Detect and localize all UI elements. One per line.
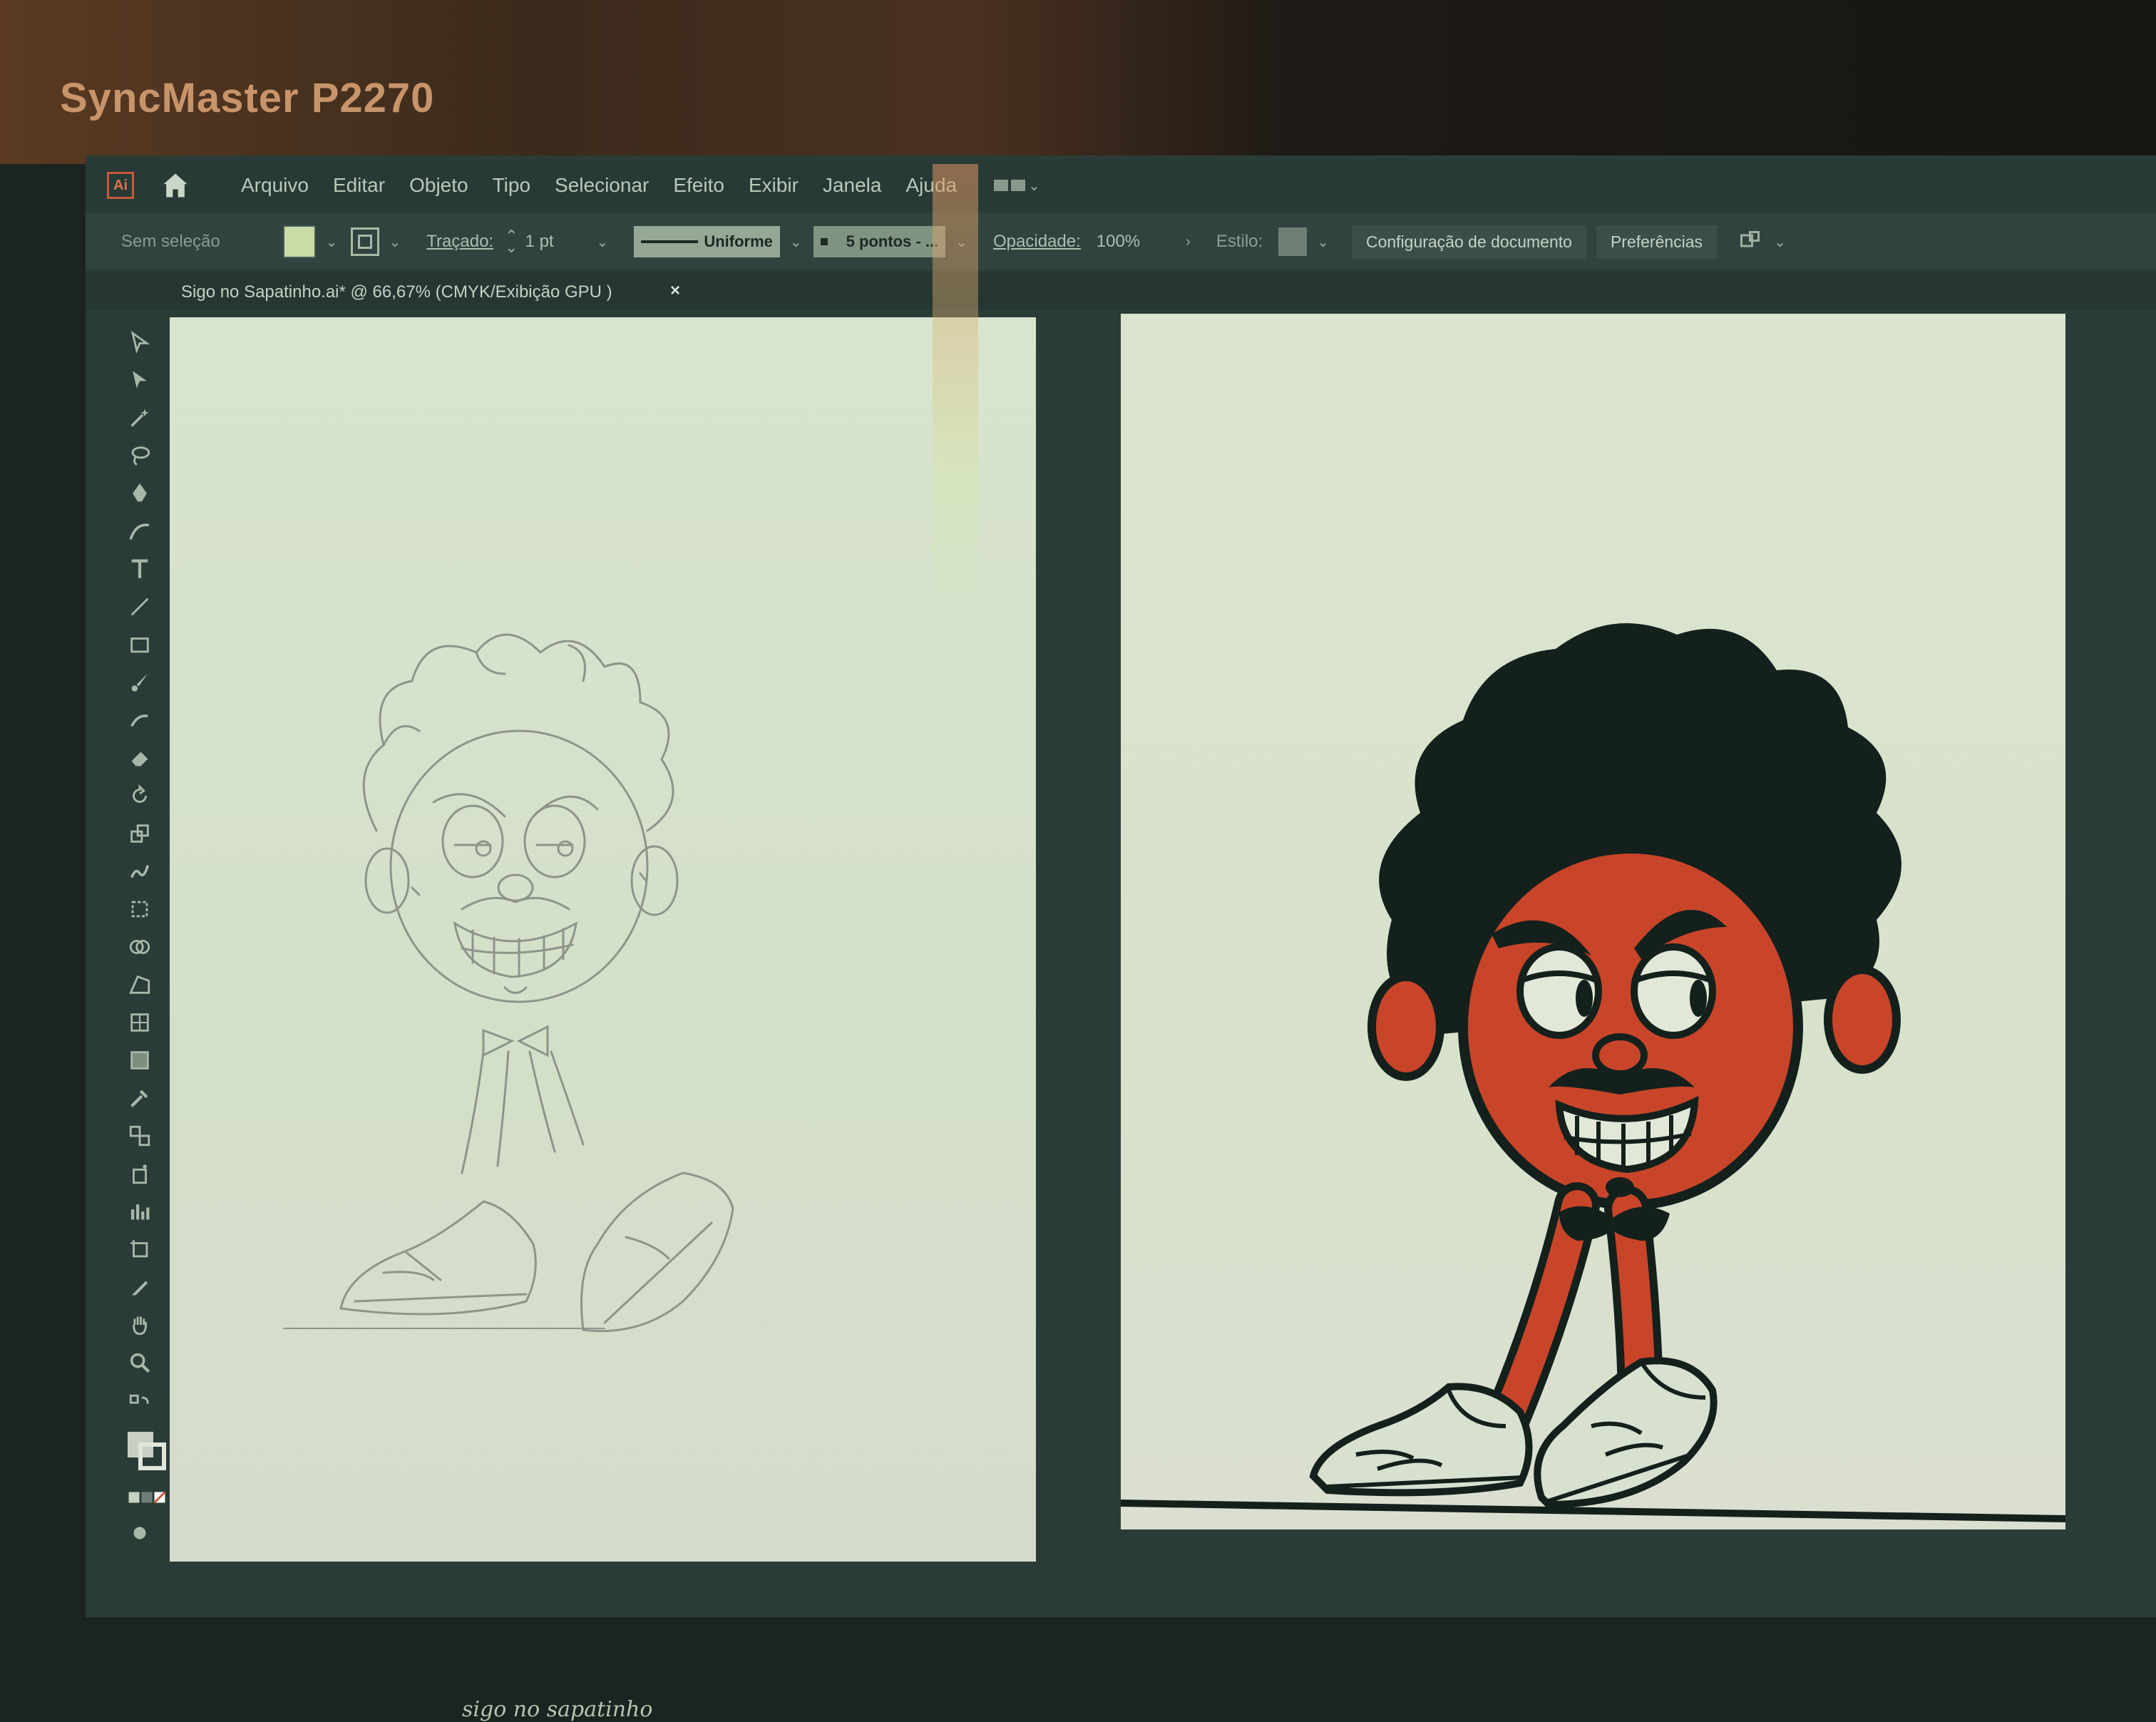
opacity-label[interactable]: Opacidade:	[993, 232, 1081, 252]
chevron-right-icon[interactable]: ›	[1186, 234, 1191, 250]
menu-editar[interactable]: Editar	[333, 174, 385, 197]
left-pupil	[1576, 980, 1593, 1017]
workspace-switcher[interactable]: ⌄	[994, 177, 1040, 195]
menu-janela[interactable]: Janela	[823, 174, 882, 197]
vector-character-illustration	[1120, 623, 2066, 1522]
graph-icon[interactable]	[125, 1197, 154, 1226]
curvature-icon[interactable]	[125, 517, 154, 545]
draw-mode-icon[interactable]	[125, 1519, 154, 1547]
chevron-down-icon[interactable]: ⌄	[1317, 233, 1329, 251]
style-label: Estilo:	[1216, 232, 1263, 251]
right-ear	[1824, 965, 1901, 1074]
nose	[1592, 1033, 1648, 1077]
workspace-icon	[994, 180, 1009, 191]
artboard-sketch[interactable]: sigo no sapatinho	[170, 317, 1036, 1722]
document-tab-title[interactable]: Sigo no Sapatinho.ai* @ 66,67% (CMYK/Exi…	[181, 282, 612, 302]
menu-selecionar[interactable]: Selecionar	[555, 174, 649, 197]
symbol-sprayer-icon[interactable]	[125, 1159, 154, 1188]
fill-stroke-swatches[interactable]	[125, 1430, 168, 1472]
chevron-down-icon[interactable]: ⌄	[790, 233, 802, 251]
document-tab-bar: Sigo no Sapatinho.ai* @ 66,67% (CMYK/Exi…	[86, 272, 2156, 309]
zoom-icon[interactable]	[125, 1348, 154, 1377]
rotate-icon[interactable]	[125, 781, 154, 810]
scale-icon[interactable]	[125, 819, 154, 848]
screen-glare	[933, 164, 978, 620]
tools-panel	[114, 314, 177, 1569]
swap-colors-icon[interactable]	[125, 1390, 154, 1419]
artboard-final[interactable]	[1120, 314, 2066, 1529]
menu-objeto[interactable]: Objeto	[409, 174, 468, 197]
rectangle-icon[interactable]	[125, 630, 154, 659]
stroke-swatch-inner	[357, 235, 372, 249]
home-icon[interactable]	[160, 170, 191, 201]
opacity-value[interactable]: 100%	[1097, 232, 1140, 252]
graphic-style-swatch[interactable]	[1278, 227, 1308, 256]
preferences-button[interactable]: Preferências	[1596, 225, 1718, 259]
pencil-sketch-image	[283, 633, 734, 1333]
brush-dot-icon	[820, 238, 828, 245]
close-icon[interactable]: ×	[670, 281, 680, 301]
menu-arquivo[interactable]: Arquivo	[241, 174, 309, 197]
variable-width-profile[interactable]: Uniforme	[634, 226, 780, 257]
chevron-down-icon: ⌄	[1028, 178, 1040, 194]
shape-builder-icon[interactable]	[125, 933, 154, 961]
magic-wand-icon[interactable]	[125, 404, 154, 432]
menu-bar: Ai Arquivo Editar Objeto Tipo Selecionar…	[86, 160, 2156, 210]
profile-line	[641, 240, 699, 243]
ground-line	[1120, 1500, 2066, 1522]
stroke-weight-value[interactable]: 1 pt	[525, 232, 554, 252]
control-bar: Sem seleção ⌄ ⌄ Traçado: ⌃ ⌄ 1 pt ⌄ Unifo…	[86, 214, 2156, 270]
monitor-bezel: SyncMaster P2270	[0, 0, 2156, 164]
menu-exibir[interactable]: Exibir	[749, 174, 799, 197]
lasso-icon[interactable]	[125, 441, 154, 470]
paintbrush-icon[interactable]	[125, 668, 154, 697]
artboard-icon[interactable]	[125, 1235, 154, 1264]
chevron-down-icon[interactable]: ⌄	[1774, 233, 1786, 251]
selection-tool-icon[interactable]	[125, 328, 154, 357]
gradient-icon[interactable]	[125, 1046, 154, 1075]
arrange-icon[interactable]	[1738, 229, 1764, 255]
hand-icon[interactable]	[125, 1311, 154, 1339]
chin-beard	[1606, 1177, 1634, 1197]
app-logo[interactable]: Ai	[107, 172, 134, 199]
menu-efeito[interactable]: Efeito	[673, 174, 724, 197]
free-transform-icon[interactable]	[125, 895, 154, 923]
warp-icon[interactable]	[125, 857, 154, 886]
fill-swatch[interactable]	[282, 225, 316, 258]
type-icon[interactable]	[125, 555, 154, 583]
stroke-swatch[interactable]	[350, 227, 379, 256]
eraser-icon[interactable]	[125, 744, 154, 772]
pen-icon[interactable]	[125, 479, 154, 508]
direct-selection-tool-icon[interactable]	[125, 366, 154, 394]
brush-definition[interactable]: 5 pontos - ...	[813, 226, 946, 257]
mesh-icon[interactable]	[125, 1008, 154, 1037]
stroke-stepper[interactable]: ⌃ ⌄	[505, 228, 518, 255]
selection-status: Sem seleção	[121, 232, 220, 251]
menu-tipo[interactable]: Tipo	[493, 174, 530, 197]
color-mode-icon[interactable]	[125, 1483, 168, 1512]
document-setup-button[interactable]: Configuração de documento	[1351, 225, 1586, 259]
right-pupil	[1690, 980, 1707, 1017]
sketch-caption: sigo no sapatinho	[462, 1697, 653, 1722]
stroke-label[interactable]: Traçado:	[426, 232, 493, 252]
line-icon[interactable]	[125, 593, 154, 621]
profile-label: Uniforme	[704, 232, 773, 250]
blend-icon[interactable]	[125, 1122, 154, 1150]
eyedropper-icon[interactable]	[125, 1084, 154, 1112]
shaper-icon[interactable]	[125, 706, 154, 734]
brush-label: 5 pontos - ...	[846, 232, 939, 250]
slice-icon[interactable]	[125, 1273, 154, 1301]
chevron-down-icon[interactable]: ⌄	[597, 233, 609, 251]
perspective-icon[interactable]	[125, 970, 154, 999]
monitor-brand: SyncMaster P2270	[60, 75, 435, 121]
left-ear	[1367, 973, 1444, 1081]
right-sneaker	[1534, 1357, 1718, 1509]
chevron-down-icon[interactable]: ⌄	[389, 233, 401, 251]
workspace-icon	[1011, 180, 1026, 191]
chevron-down-icon[interactable]: ⌄	[326, 233, 338, 251]
